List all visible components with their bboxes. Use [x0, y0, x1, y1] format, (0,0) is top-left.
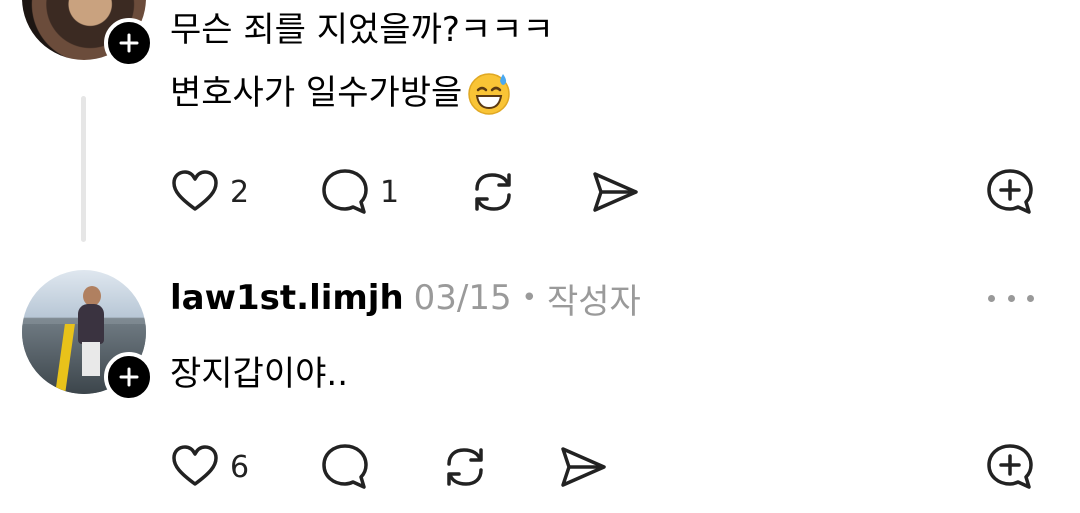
- plus-icon: [119, 367, 139, 387]
- share-button[interactable]: [558, 442, 608, 492]
- post-text-line-2: 변호사가 일수가방을: [170, 70, 512, 116]
- grinning-sweat-emoji-icon: [468, 73, 511, 115]
- share-button[interactable]: [590, 167, 640, 217]
- reply-text: 장지갑이야..: [170, 354, 349, 394]
- author-badge: 작성자: [547, 281, 641, 322]
- like-button[interactable]: 2: [170, 167, 249, 217]
- heart-icon: [172, 170, 218, 211]
- comment-button[interactable]: [320, 442, 370, 492]
- add-comment-icon: [987, 444, 1033, 489]
- plus-icon: [119, 33, 139, 53]
- repost-button[interactable]: [468, 167, 518, 217]
- reply-header: law1st.limjh 03/15 • 작성자: [170, 276, 641, 322]
- comment-count: 1: [380, 174, 400, 210]
- thread-line: [81, 96, 86, 242]
- follow-plus-button[interactable]: [104, 18, 154, 68]
- send-icon: [561, 447, 606, 487]
- add-comment-icon: [987, 169, 1033, 214]
- separator-dot: •: [521, 283, 537, 313]
- quote-button[interactable]: [985, 442, 1035, 492]
- like-count: 2: [230, 174, 250, 210]
- username[interactable]: law1st.limjh: [170, 278, 404, 318]
- follow-plus-button[interactable]: [104, 352, 154, 402]
- like-count: 6: [230, 449, 250, 485]
- comment-icon: [322, 169, 368, 214]
- repost-icon: [475, 173, 511, 211]
- repost-button[interactable]: [440, 442, 490, 492]
- more-options-icon[interactable]: [988, 286, 1034, 310]
- comment-button[interactable]: 1: [320, 167, 399, 217]
- quote-button[interactable]: [985, 167, 1035, 217]
- comment-icon: [322, 444, 368, 489]
- heart-icon: [172, 445, 218, 486]
- post-text: 변호사가 일수가방을: [170, 73, 463, 113]
- repost-icon: [447, 448, 483, 486]
- send-icon: [593, 172, 638, 212]
- post-date: 03/15: [413, 278, 512, 318]
- post-text-line-1: 무슨 죄를 지었을까?ㅋㅋㅋ: [170, 10, 554, 50]
- like-button[interactable]: 6: [170, 442, 249, 492]
